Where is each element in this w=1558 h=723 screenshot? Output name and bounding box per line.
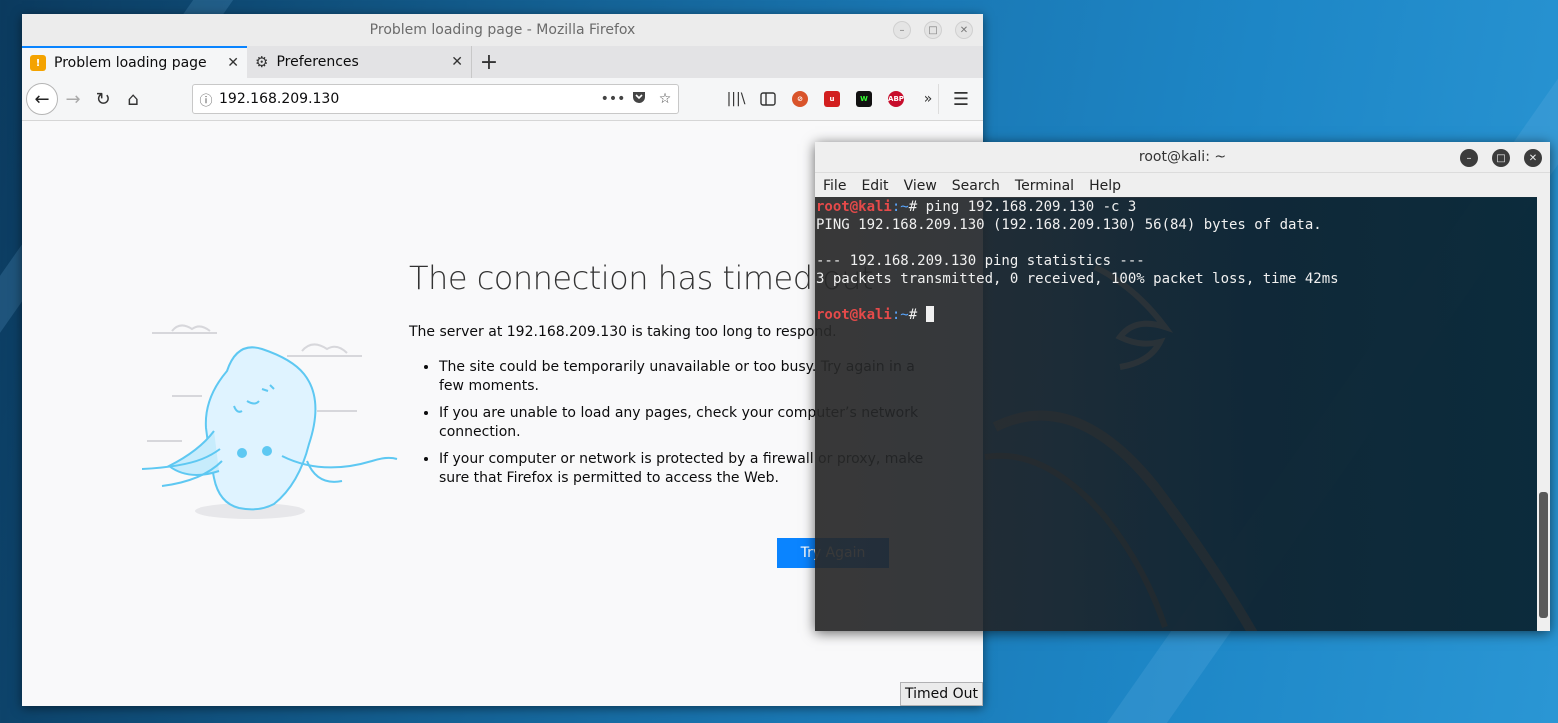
sidebar-icon[interactable] (754, 84, 782, 114)
library-icon[interactable]: |||\ (722, 84, 750, 114)
scrollbar-thumb[interactable] (1539, 492, 1548, 618)
window-title: Problem loading page - Mozilla Firefox (369, 22, 636, 38)
toolbar-extensions: |||\ ⊘ u W ABP » (722, 84, 942, 114)
no-script-extension-icon[interactable]: ⊘ (786, 84, 814, 114)
terminal-output[interactable]: root@kali:~# ping 192.168.209.130 -c 3 P… (815, 197, 1550, 631)
firefox-titlebar: Problem loading page - Mozilla Firefox –… (22, 14, 983, 46)
prompt-symbol: # (908, 307, 926, 323)
minimize-button[interactable]: – (893, 21, 911, 39)
warning-icon: ! (30, 55, 46, 71)
minimize-button[interactable]: – (1460, 149, 1478, 167)
menu-help[interactable]: Help (1089, 178, 1121, 194)
page-actions-icon[interactable]: ••• (600, 91, 626, 107)
tab-preferences[interactable]: ⚙ Preferences ✕ (247, 46, 472, 78)
prompt-user: root@kali (816, 307, 892, 323)
adblock-plus-icon[interactable]: ABP (882, 84, 910, 114)
status-text: Timed Out (900, 682, 983, 706)
tab-label: Preferences (276, 54, 359, 70)
reload-button[interactable]: ↻ (88, 84, 118, 114)
output-line: 3 packets transmitted, 0 received, 100% … (816, 271, 1339, 287)
url-bar[interactable]: ⓘ 192.168.209.130 ••• ☆ (192, 84, 679, 114)
tab-problem-loading[interactable]: ! Problem loading page ✕ (22, 46, 247, 78)
menu-view[interactable]: View (904, 178, 937, 194)
maximize-button[interactable]: □ (924, 21, 942, 39)
menu-file[interactable]: File (823, 178, 846, 194)
url-text: 192.168.209.130 (219, 91, 340, 107)
terminal-scrollbar[interactable] (1537, 197, 1550, 631)
menu-terminal[interactable]: Terminal (1015, 178, 1074, 194)
home-icon: ⌂ (127, 88, 139, 110)
tab-label: Problem loading page (54, 55, 207, 71)
terminal-text: root@kali:~# ping 192.168.209.130 -c 3 P… (816, 198, 1339, 324)
terminal-titlebar: root@kali: ~ – □ ✕ (815, 142, 1550, 173)
terminal-title: root@kali: ~ (1138, 149, 1227, 165)
terminal-menubar: File Edit View Search Terminal Help (815, 173, 1550, 198)
shield-extension-icon[interactable]: W (850, 84, 878, 114)
output-line: --- 192.168.209.130 ping statistics --- (816, 253, 1145, 269)
info-icon[interactable]: ⓘ (193, 90, 219, 109)
forward-button[interactable]: → (58, 84, 88, 114)
back-button[interactable]: ← (26, 83, 58, 115)
disconnected-cable-illustration (142, 324, 398, 519)
ublock-extension-icon[interactable]: u (818, 84, 846, 114)
bookmark-star-icon[interactable]: ☆ (652, 91, 678, 107)
terminal-window: root@kali: ~ – □ ✕ File Edit View Search… (815, 142, 1550, 631)
back-arrow-icon: ← (34, 88, 50, 110)
gear-icon: ⚙ (255, 53, 269, 71)
prompt-path: :~ (891, 307, 909, 323)
navigation-toolbar: ← → ↻ ⌂ ⓘ 192.168.209.130 ••• ☆ |||\ ⊘ u (22, 78, 983, 121)
menu-edit[interactable]: Edit (861, 178, 888, 194)
text-cursor (925, 306, 934, 322)
tab-strip: ! Problem loading page ✕ ⚙ Preferences ✕… (22, 46, 983, 78)
prompt-symbol: # (908, 199, 926, 215)
prompt-user: root@kali (816, 199, 892, 215)
menu-search[interactable]: Search (952, 178, 1000, 194)
forward-arrow-icon: → (65, 88, 81, 110)
prompt-path: :~ (891, 199, 909, 215)
error-title: The connection has timed out (409, 259, 874, 297)
reload-icon: ↻ (95, 88, 111, 110)
tab-close-icon[interactable]: ✕ (451, 54, 463, 70)
output-line: PING 192.168.209.130 (192.168.209.130) 5… (816, 217, 1322, 233)
pocket-icon[interactable] (626, 90, 652, 108)
close-button[interactable]: ✕ (955, 21, 973, 39)
hamburger-menu-icon[interactable]: ☰ (938, 84, 975, 114)
maximize-button[interactable]: □ (1492, 149, 1510, 167)
error-description: The server at 192.168.209.130 is taking … (409, 324, 837, 340)
tab-close-icon[interactable]: ✕ (227, 55, 239, 71)
close-button[interactable]: ✕ (1524, 149, 1542, 167)
command-text: ping 192.168.209.130 -c 3 (925, 199, 1137, 215)
home-button[interactable]: ⌂ (118, 84, 148, 114)
new-tab-button[interactable]: + (472, 46, 506, 78)
